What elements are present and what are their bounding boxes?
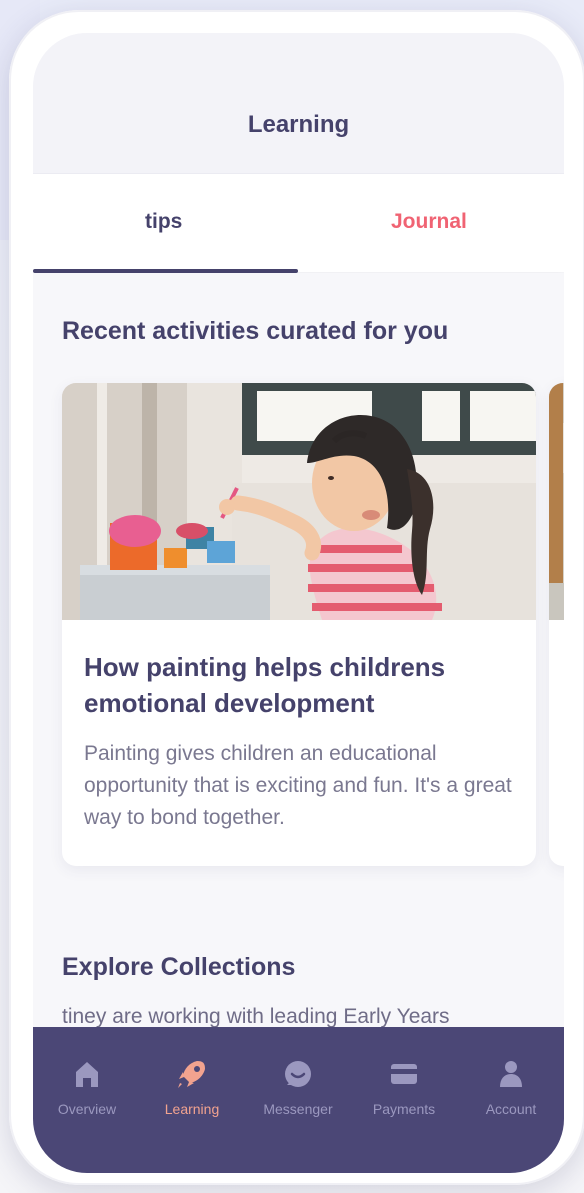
activity-card-image xyxy=(62,383,536,620)
nav-overview-label: Overview xyxy=(57,1101,117,1117)
nav-messenger[interactable]: Messenger xyxy=(248,1057,348,1117)
page-title: Learning xyxy=(247,111,350,138)
next-activity-card-peek[interactable] xyxy=(549,383,564,866)
tab-journal[interactable]: Journal xyxy=(391,210,467,234)
nav-account-label: Account xyxy=(485,1101,537,1117)
app-header: Learning xyxy=(33,33,564,174)
activity-card-description: Painting gives children an educational o… xyxy=(84,742,512,829)
bottom-navigation: Overview Learning Messenger Payments Acc… xyxy=(33,1027,564,1173)
main-content[interactable]: Recent activities curated for you How pa… xyxy=(33,273,564,1033)
next-card-image xyxy=(549,383,564,620)
card-icon xyxy=(391,1064,417,1084)
chat-icon xyxy=(285,1061,311,1087)
recent-activities-heading: Recent activities curated for you xyxy=(62,317,449,345)
nav-payments-label: Payments xyxy=(372,1101,436,1117)
activity-card[interactable]: How painting helps childrens emotional d… xyxy=(62,383,536,866)
nav-learning-label: Learning xyxy=(164,1101,220,1117)
nav-messenger-label: Messenger xyxy=(263,1101,333,1117)
nav-overview[interactable]: Overview xyxy=(37,1057,137,1117)
tab-tips[interactable]: tips xyxy=(145,210,182,234)
painting-child-illustration xyxy=(62,383,536,620)
rocket-icon xyxy=(178,1061,205,1088)
tab-bar: tips Journal xyxy=(33,174,564,272)
nav-payments[interactable]: Payments xyxy=(354,1057,454,1117)
explore-collections-description: tiney are working with leading Early Yea… xyxy=(62,1005,450,1028)
user-icon xyxy=(500,1061,522,1087)
nav-learning[interactable]: Learning xyxy=(142,1057,242,1117)
phone-screen: Learning tips Journal Recent activities … xyxy=(33,33,564,1173)
activity-card-title: How painting helps childrens emotional d… xyxy=(84,652,446,718)
explore-collections-heading: Explore Collections xyxy=(62,953,296,981)
nav-account[interactable]: Account xyxy=(461,1057,561,1117)
home-icon xyxy=(76,1062,98,1087)
